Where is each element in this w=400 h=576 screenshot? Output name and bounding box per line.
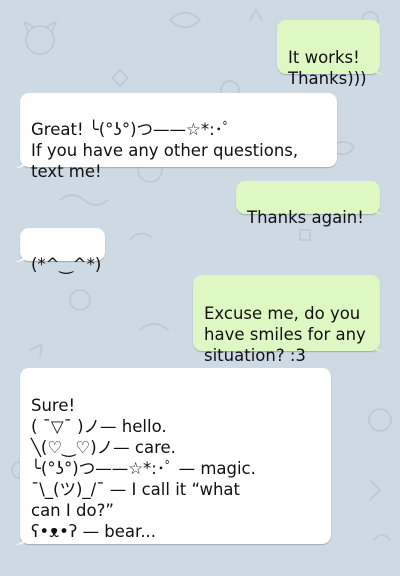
bubble-tail <box>372 201 386 215</box>
message-bubble-incoming[interactable]: (*^‿^*) <box>14 228 105 274</box>
message-text: Thanks again! <box>247 208 364 227</box>
message-bubble-outgoing[interactable]: Thanks again! <box>236 181 386 227</box>
message-text: (*^‿^*) <box>31 255 102 274</box>
message-text: It works! Thanks))) <box>288 48 367 88</box>
message-bubble-outgoing[interactable]: Excuse me, do you have smiles for any si… <box>193 275 386 365</box>
message-text: Excuse me, do you have smiles for any si… <box>204 304 366 365</box>
message-bubble-incoming[interactable]: Great! ╰(°ʖ°)つ——☆*:･ﾟ If you have any ot… <box>14 93 337 181</box>
bubble-tail <box>372 61 386 75</box>
message-text: Great! ╰(°ʖ°)つ——☆*:･ﾟ If you have any ot… <box>31 120 299 181</box>
bubble-tail <box>14 531 28 545</box>
message-bubble-outgoing[interactable]: It works! Thanks))) <box>277 20 386 88</box>
bubble-tail <box>372 338 386 352</box>
chat-window: It works! Thanks))) Great! ╰(°ʖ°)つ——☆*:･… <box>0 0 400 576</box>
bubble-tail <box>14 154 28 168</box>
message-text: Sure! ( ¯▽¯ )ノ— hello. ╲(♡‿♡)ノ— care. ╰(… <box>31 396 256 541</box>
bubble-tail <box>14 248 28 262</box>
message-bubble-incoming[interactable]: Sure! ( ¯▽¯ )ノ— hello. ╲(♡‿♡)ノ— care. ╰(… <box>14 368 331 545</box>
